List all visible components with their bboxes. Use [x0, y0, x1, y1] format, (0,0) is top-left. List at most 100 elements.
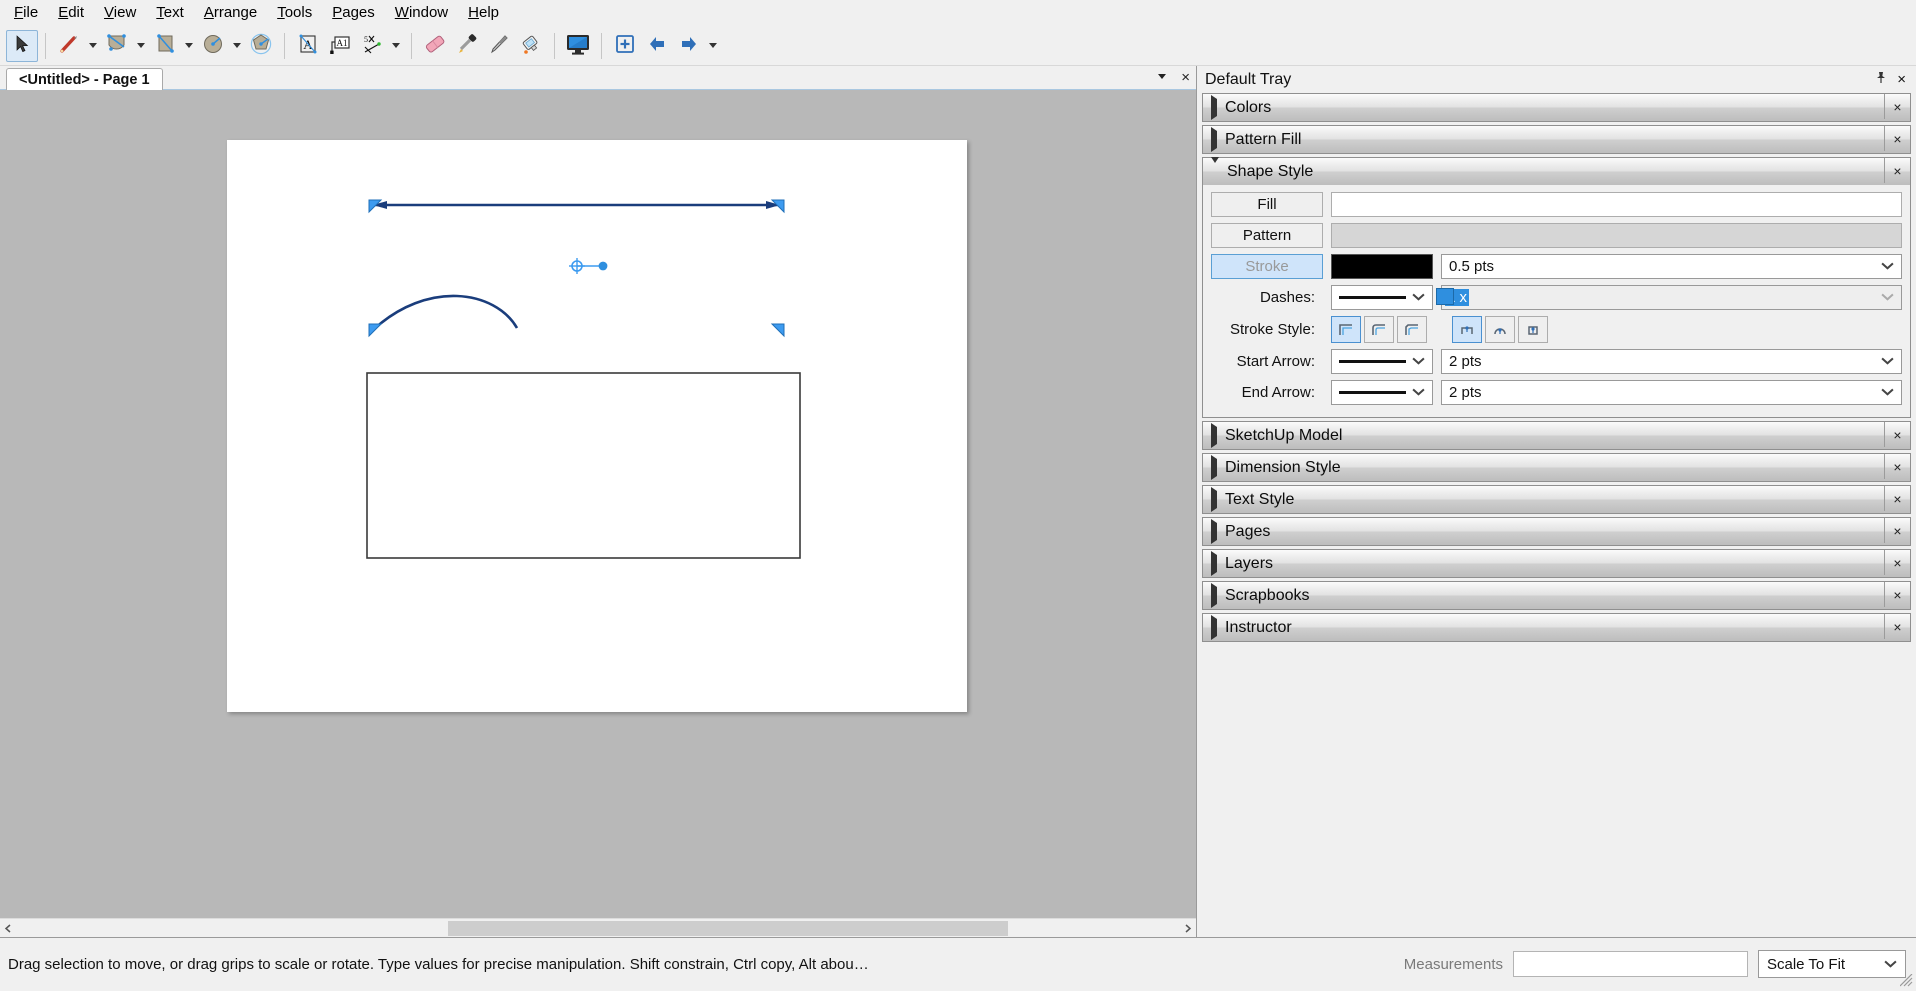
panel-colors-header[interactable]: Colors ×: [1203, 94, 1910, 121]
round-join-button[interactable]: [1364, 316, 1394, 343]
rectangle-tool-dropdown[interactable]: [181, 30, 197, 62]
panel-dimension-style-header[interactable]: Dimension Style ×: [1203, 454, 1910, 481]
panel-shape-style: Shape Style × Fill Pattern Stroke: [1202, 157, 1911, 418]
panel-scrapbooks-close-icon[interactable]: ×: [1884, 582, 1910, 607]
close-document-icon[interactable]: ×: [1181, 69, 1190, 86]
page-nav-dropdown[interactable]: [705, 30, 721, 62]
menu-text[interactable]: Text: [146, 1, 194, 25]
rectangle-tool-button[interactable]: [149, 30, 181, 62]
flat-cap-button[interactable]: [1452, 316, 1482, 343]
panel-instructor-header[interactable]: Instructor ×: [1203, 614, 1910, 641]
tray-title: Default Tray: [1205, 71, 1291, 89]
panel-pages-header[interactable]: Pages ×: [1203, 518, 1910, 545]
scale-combo[interactable]: Scale To Fit: [1758, 950, 1906, 978]
panel-sketchup-model-header[interactable]: SketchUp Model ×: [1203, 422, 1910, 449]
menu-file[interactable]: File: [4, 1, 48, 25]
stroke-color-swatch[interactable]: [1331, 254, 1433, 279]
panel-text-style-close-icon[interactable]: ×: [1884, 486, 1910, 511]
pattern-row: Pattern: [1211, 223, 1902, 248]
scroll-left-button[interactable]: [0, 920, 17, 937]
panel-pages-close-icon[interactable]: ×: [1884, 518, 1910, 543]
end-arrow-size-combo[interactable]: 2 pts: [1441, 380, 1902, 405]
pattern-toggle-button[interactable]: Pattern: [1211, 223, 1323, 248]
close-icon[interactable]: ×: [1897, 71, 1906, 88]
drawing-canvas[interactable]: [0, 90, 1196, 918]
previous-page-button[interactable]: [641, 30, 673, 62]
line-tool-button[interactable]: [53, 30, 85, 62]
panel-sketchup-model-close-icon[interactable]: ×: [1884, 422, 1910, 447]
fill-color-swatch[interactable]: [1331, 192, 1902, 217]
arc-tool-dropdown[interactable]: [133, 30, 149, 62]
dimension-tool-button[interactable]: 5: [356, 30, 388, 62]
menu-help[interactable]: Help: [458, 1, 509, 25]
end-arrow-style-combo[interactable]: [1331, 380, 1433, 405]
add-page-button[interactable]: [609, 30, 641, 62]
polygon-tool-button[interactable]: [245, 30, 277, 62]
arc-tool-button[interactable]: [101, 30, 133, 62]
join-glue-icon: [519, 33, 543, 59]
menu-edit[interactable]: Edit: [48, 1, 94, 25]
start-arrow-style-combo[interactable]: [1331, 349, 1433, 374]
text-tool-button[interactable]: A: [292, 30, 324, 62]
measurements-input[interactable]: [1513, 951, 1748, 977]
panel-sketchup-model-label: SketchUp Model: [1225, 427, 1342, 445]
stroke-toggle-button[interactable]: Stroke: [1211, 254, 1323, 279]
resize-grip-icon[interactable]: [1900, 974, 1914, 988]
dash-pattern-combo[interactable]: [1331, 285, 1433, 310]
bevel-join-button[interactable]: [1397, 316, 1427, 343]
panel-pattern-fill-header[interactable]: Pattern Fill ×: [1203, 126, 1910, 153]
main-toolbar: A A1 5: [0, 26, 1916, 66]
menu-window[interactable]: Window: [385, 1, 458, 25]
horizontal-scroll-thumb[interactable]: [448, 921, 1008, 936]
panel-instructor-close-icon[interactable]: ×: [1884, 614, 1910, 639]
pin-icon[interactable]: [1875, 71, 1887, 89]
dimension-tool-dropdown[interactable]: [388, 30, 404, 62]
square-cap-button[interactable]: [1518, 316, 1548, 343]
stroke-weight-combo[interactable]: 0.5 pts: [1441, 254, 1902, 279]
polygon-icon: [249, 32, 273, 60]
shape-style-body: Fill Pattern Stroke 0.5 pts: [1203, 185, 1910, 417]
pattern-preview-swatch[interactable]: [1331, 223, 1902, 248]
menu-pages[interactable]: Pages: [322, 1, 385, 25]
panel-scrapbooks-header[interactable]: Scrapbooks ×: [1203, 582, 1910, 609]
document-tab[interactable]: <Untitled> - Page 1: [6, 68, 163, 90]
circle-tool-dropdown[interactable]: [229, 30, 245, 62]
scroll-right-button[interactable]: [1179, 919, 1196, 938]
panel-text-style-header[interactable]: Text Style ×: [1203, 486, 1910, 513]
start-arrow-size-combo[interactable]: 2 pts: [1441, 349, 1902, 374]
panel-layers-header[interactable]: Layers ×: [1203, 550, 1910, 577]
panel-dimension-style-close-icon[interactable]: ×: [1884, 454, 1910, 479]
dash-scale-combo[interactable]: 1 x: [1441, 285, 1902, 310]
next-page-button[interactable]: [673, 30, 705, 62]
join-tool-button[interactable]: [515, 30, 547, 62]
end-arrow-row: End Arrow: 2 pts: [1211, 380, 1902, 405]
style-tool-button[interactable]: [451, 30, 483, 62]
canvas-horizontal-scrollbar[interactable]: [0, 918, 1196, 937]
menu-view[interactable]: View: [94, 1, 146, 25]
chevron-down-icon: [1412, 355, 1425, 368]
page-paper[interactable]: [227, 140, 967, 712]
status-message: Drag selection to move, or drag grips to…: [0, 956, 869, 973]
select-tool-button[interactable]: [6, 30, 38, 62]
chevron-right-icon: [1211, 619, 1217, 637]
panel-shape-style-header[interactable]: Shape Style ×: [1203, 158, 1910, 185]
eraser-tool-button[interactable]: [419, 30, 451, 62]
start-presentation-button[interactable]: [562, 30, 594, 62]
panel-pattern-fill-close-icon[interactable]: ×: [1884, 126, 1910, 151]
round-cap-button[interactable]: [1485, 316, 1515, 343]
circle-tool-button[interactable]: [197, 30, 229, 62]
panel-colors-close-icon[interactable]: ×: [1884, 94, 1910, 119]
dash-color-swatch[interactable]: [1436, 288, 1454, 305]
miter-join-button[interactable]: [1331, 316, 1361, 343]
tab-menu-chevron-down-icon[interactable]: [1155, 69, 1169, 86]
rotation-grip: [569, 258, 607, 274]
line-tool-dropdown[interactable]: [85, 30, 101, 62]
menu-arrange[interactable]: Arrange: [194, 1, 267, 25]
label-tool-button[interactable]: A1: [324, 30, 356, 62]
split-tool-button[interactable]: [483, 30, 515, 62]
fill-toggle-button[interactable]: Fill: [1211, 192, 1323, 217]
chevron-down-icon: [1881, 386, 1894, 399]
panel-shape-style-close-icon[interactable]: ×: [1884, 158, 1910, 183]
panel-layers-close-icon[interactable]: ×: [1884, 550, 1910, 575]
menu-tools[interactable]: Tools: [267, 1, 322, 25]
